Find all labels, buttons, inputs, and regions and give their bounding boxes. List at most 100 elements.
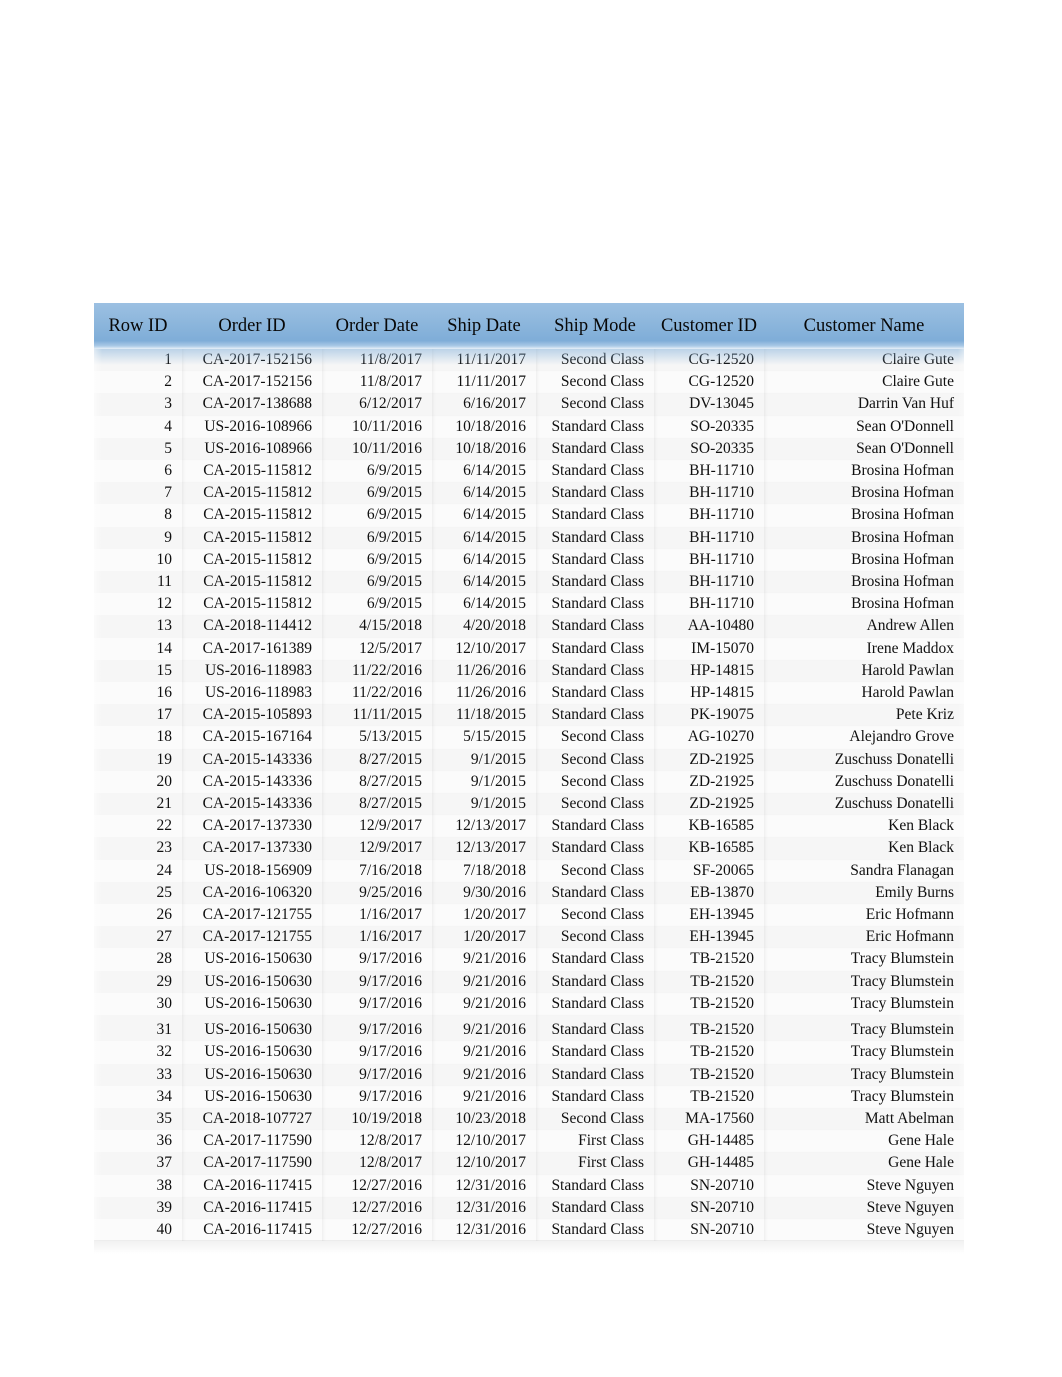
cell-row-id[interactable]: 20 [94, 770, 182, 794]
cell-ship-mode[interactable]: First Class [536, 1152, 654, 1175]
cell-row-id[interactable]: 7 [94, 482, 182, 505]
cell-customer-name[interactable]: Tracy Blumstein [764, 1085, 964, 1108]
column-header-customer-id[interactable]: Customer ID [654, 303, 764, 349]
cell-ship-mode[interactable]: Standard Class [536, 682, 654, 705]
cell-row-id[interactable]: 26 [94, 904, 182, 927]
cell-customer-id[interactable]: TB-21520 [654, 1063, 764, 1086]
cell-customer-id[interactable]: KB-16585 [654, 815, 764, 838]
table-row[interactable]: 15 US-2016-118983 11/22/2016 11/26/2016 Stan… [94, 659, 964, 683]
cell-order-date[interactable]: 9/17/2016 [322, 1063, 432, 1086]
cell-customer-id[interactable]: DV-13045 [654, 393, 764, 416]
cell-ship-date[interactable]: 9/21/2016 [432, 1041, 536, 1064]
cell-customer-id[interactable]: BH-11710 [654, 526, 764, 549]
cell-order-date[interactable]: 4/15/2018 [322, 615, 432, 638]
cell-ship-date[interactable]: 1/20/2017 [432, 926, 536, 949]
cell-order-date[interactable]: 10/19/2018 [322, 1107, 432, 1131]
cell-ship-mode[interactable]: Standard Class [536, 837, 654, 860]
cell-row-id[interactable]: 25 [94, 881, 182, 905]
cell-row-id[interactable]: 2 [94, 371, 182, 394]
cell-ship-date[interactable]: 10/23/2018 [432, 1107, 536, 1131]
cell-row-id[interactable]: 1 [94, 349, 182, 372]
cell-ship-date[interactable]: 9/21/2016 [432, 970, 536, 993]
cell-ship-mode[interactable]: Second Class [536, 859, 654, 882]
cell-customer-id[interactable]: EH-13945 [654, 904, 764, 927]
cell-row-id[interactable]: 24 [94, 859, 182, 882]
cell-ship-date[interactable]: 12/31/2016 [432, 1196, 536, 1219]
cell-order-id[interactable]: CA-2017-117590 [182, 1130, 322, 1153]
cell-ship-mode[interactable]: Standard Class [536, 548, 654, 572]
table-row[interactable]: 1 CA-2017-152156 11/8/2017 11/11/2017 Second… [94, 349, 964, 372]
cell-row-id[interactable]: 15 [94, 659, 182, 683]
cell-order-date[interactable]: 5/13/2015 [322, 726, 432, 749]
cell-customer-id[interactable]: BH-11710 [654, 460, 764, 483]
cell-row-id[interactable]: 27 [94, 926, 182, 949]
table-row[interactable]: 31 US-2016-150630 9/17/2016 9/21/2016 Standa… [94, 1015, 964, 1042]
column-header-order-id[interactable]: Order ID [182, 303, 322, 349]
cell-order-id[interactable]: CA-2016-117415 [182, 1218, 322, 1242]
cell-ship-date[interactable]: 9/30/2016 [432, 881, 536, 905]
table-row[interactable]: 10 CA-2015-115812 6/9/2015 6/14/2015 Standar… [94, 548, 964, 572]
cell-customer-name[interactable]: Brosina Hofman [764, 482, 964, 505]
cell-order-date[interactable]: 8/27/2015 [322, 770, 432, 794]
cell-order-id[interactable]: CA-2017-152156 [182, 349, 322, 372]
cell-row-id[interactable]: 36 [94, 1130, 182, 1153]
cell-customer-id[interactable]: SN-20710 [654, 1218, 764, 1242]
cell-ship-mode[interactable]: First Class [536, 1130, 654, 1153]
cell-customer-id[interactable]: HP-14815 [654, 682, 764, 705]
cell-ship-date[interactable]: 11/26/2016 [432, 682, 536, 705]
cell-row-id[interactable]: 23 [94, 837, 182, 860]
cell-ship-date[interactable]: 12/13/2017 [432, 837, 536, 860]
cell-ship-mode[interactable]: Standard Class [536, 1196, 654, 1219]
cell-order-date[interactable]: 12/5/2017 [322, 637, 432, 660]
cell-ship-date[interactable]: 12/31/2016 [432, 1218, 536, 1242]
cell-ship-date[interactable]: 12/10/2017 [432, 1152, 536, 1175]
column-header-row-id[interactable]: Row ID [94, 303, 182, 349]
cell-customer-id[interactable]: SN-20710 [654, 1174, 764, 1197]
cell-customer-name[interactable]: Zuschuss Donatelli [764, 793, 964, 816]
cell-order-id[interactable]: CA-2017-121755 [182, 904, 322, 927]
cell-ship-mode[interactable]: Standard Class [536, 659, 654, 683]
cell-ship-mode[interactable]: Standard Class [536, 460, 654, 483]
cell-ship-date[interactable]: 11/11/2017 [432, 371, 536, 394]
cell-customer-id[interactable]: EB-13870 [654, 881, 764, 905]
cell-order-id[interactable]: CA-2017-137330 [182, 815, 322, 838]
cell-ship-date[interactable]: 12/13/2017 [432, 815, 536, 838]
cell-row-id[interactable]: 40 [94, 1218, 182, 1242]
cell-row-id[interactable]: 29 [94, 970, 182, 993]
cell-order-date[interactable]: 6/9/2015 [322, 482, 432, 505]
table-row[interactable]: 36 CA-2017-117590 12/8/2017 12/10/2017 First… [94, 1130, 964, 1153]
cell-order-date[interactable]: 9/17/2016 [322, 1085, 432, 1108]
cell-order-id[interactable]: US-2016-150630 [182, 948, 322, 971]
cell-customer-name[interactable]: Sandra Flanagan [764, 859, 964, 882]
cell-ship-date[interactable]: 9/1/2015 [432, 770, 536, 794]
table-row[interactable]: 24 US-2018-156909 7/16/2018 7/18/2018 Second… [94, 859, 964, 882]
cell-row-id[interactable]: 10 [94, 548, 182, 572]
cell-customer-name[interactable]: Brosina Hofman [764, 460, 964, 483]
cell-customer-name[interactable]: Steve Nguyen [764, 1218, 964, 1242]
cell-ship-date[interactable]: 12/10/2017 [432, 637, 536, 660]
table-row[interactable]: 39 CA-2016-117415 12/27/2016 12/31/2016 Stan… [94, 1196, 964, 1219]
table-row[interactable]: 33 US-2016-150630 9/17/2016 9/21/2016 Standa… [94, 1063, 964, 1086]
cell-ship-date[interactable]: 6/14/2015 [432, 460, 536, 483]
cell-order-id[interactable]: CA-2017-137330 [182, 837, 322, 860]
cell-customer-id[interactable]: IM-15070 [654, 637, 764, 660]
cell-order-date[interactable]: 12/27/2016 [322, 1218, 432, 1242]
cell-ship-date[interactable]: 6/14/2015 [432, 526, 536, 549]
cell-row-id[interactable]: 33 [94, 1063, 182, 1086]
cell-customer-name[interactable]: Harold Pawlan [764, 682, 964, 705]
cell-customer-name[interactable]: Tracy Blumstein [764, 1015, 964, 1042]
cell-row-id[interactable]: 12 [94, 593, 182, 616]
cell-customer-id[interactable]: KB-16585 [654, 837, 764, 860]
cell-order-date[interactable]: 9/17/2016 [322, 992, 432, 1016]
table-row[interactable]: 13 CA-2018-114412 4/15/2018 4/20/2018 Standa… [94, 615, 964, 638]
cell-customer-name[interactable]: Eric Hofmann [764, 926, 964, 949]
cell-order-date[interactable]: 6/9/2015 [322, 548, 432, 572]
cell-customer-name[interactable]: Brosina Hofman [764, 504, 964, 527]
cell-order-date[interactable]: 9/17/2016 [322, 1041, 432, 1064]
cell-ship-date[interactable]: 6/14/2015 [432, 504, 536, 527]
cell-customer-id[interactable]: GH-14485 [654, 1152, 764, 1175]
cell-row-id[interactable]: 5 [94, 437, 182, 461]
cell-customer-name[interactable]: Andrew Allen [764, 615, 964, 638]
column-header-customer-name[interactable]: Customer Name [764, 303, 964, 349]
cell-order-id[interactable]: CA-2015-115812 [182, 571, 322, 594]
